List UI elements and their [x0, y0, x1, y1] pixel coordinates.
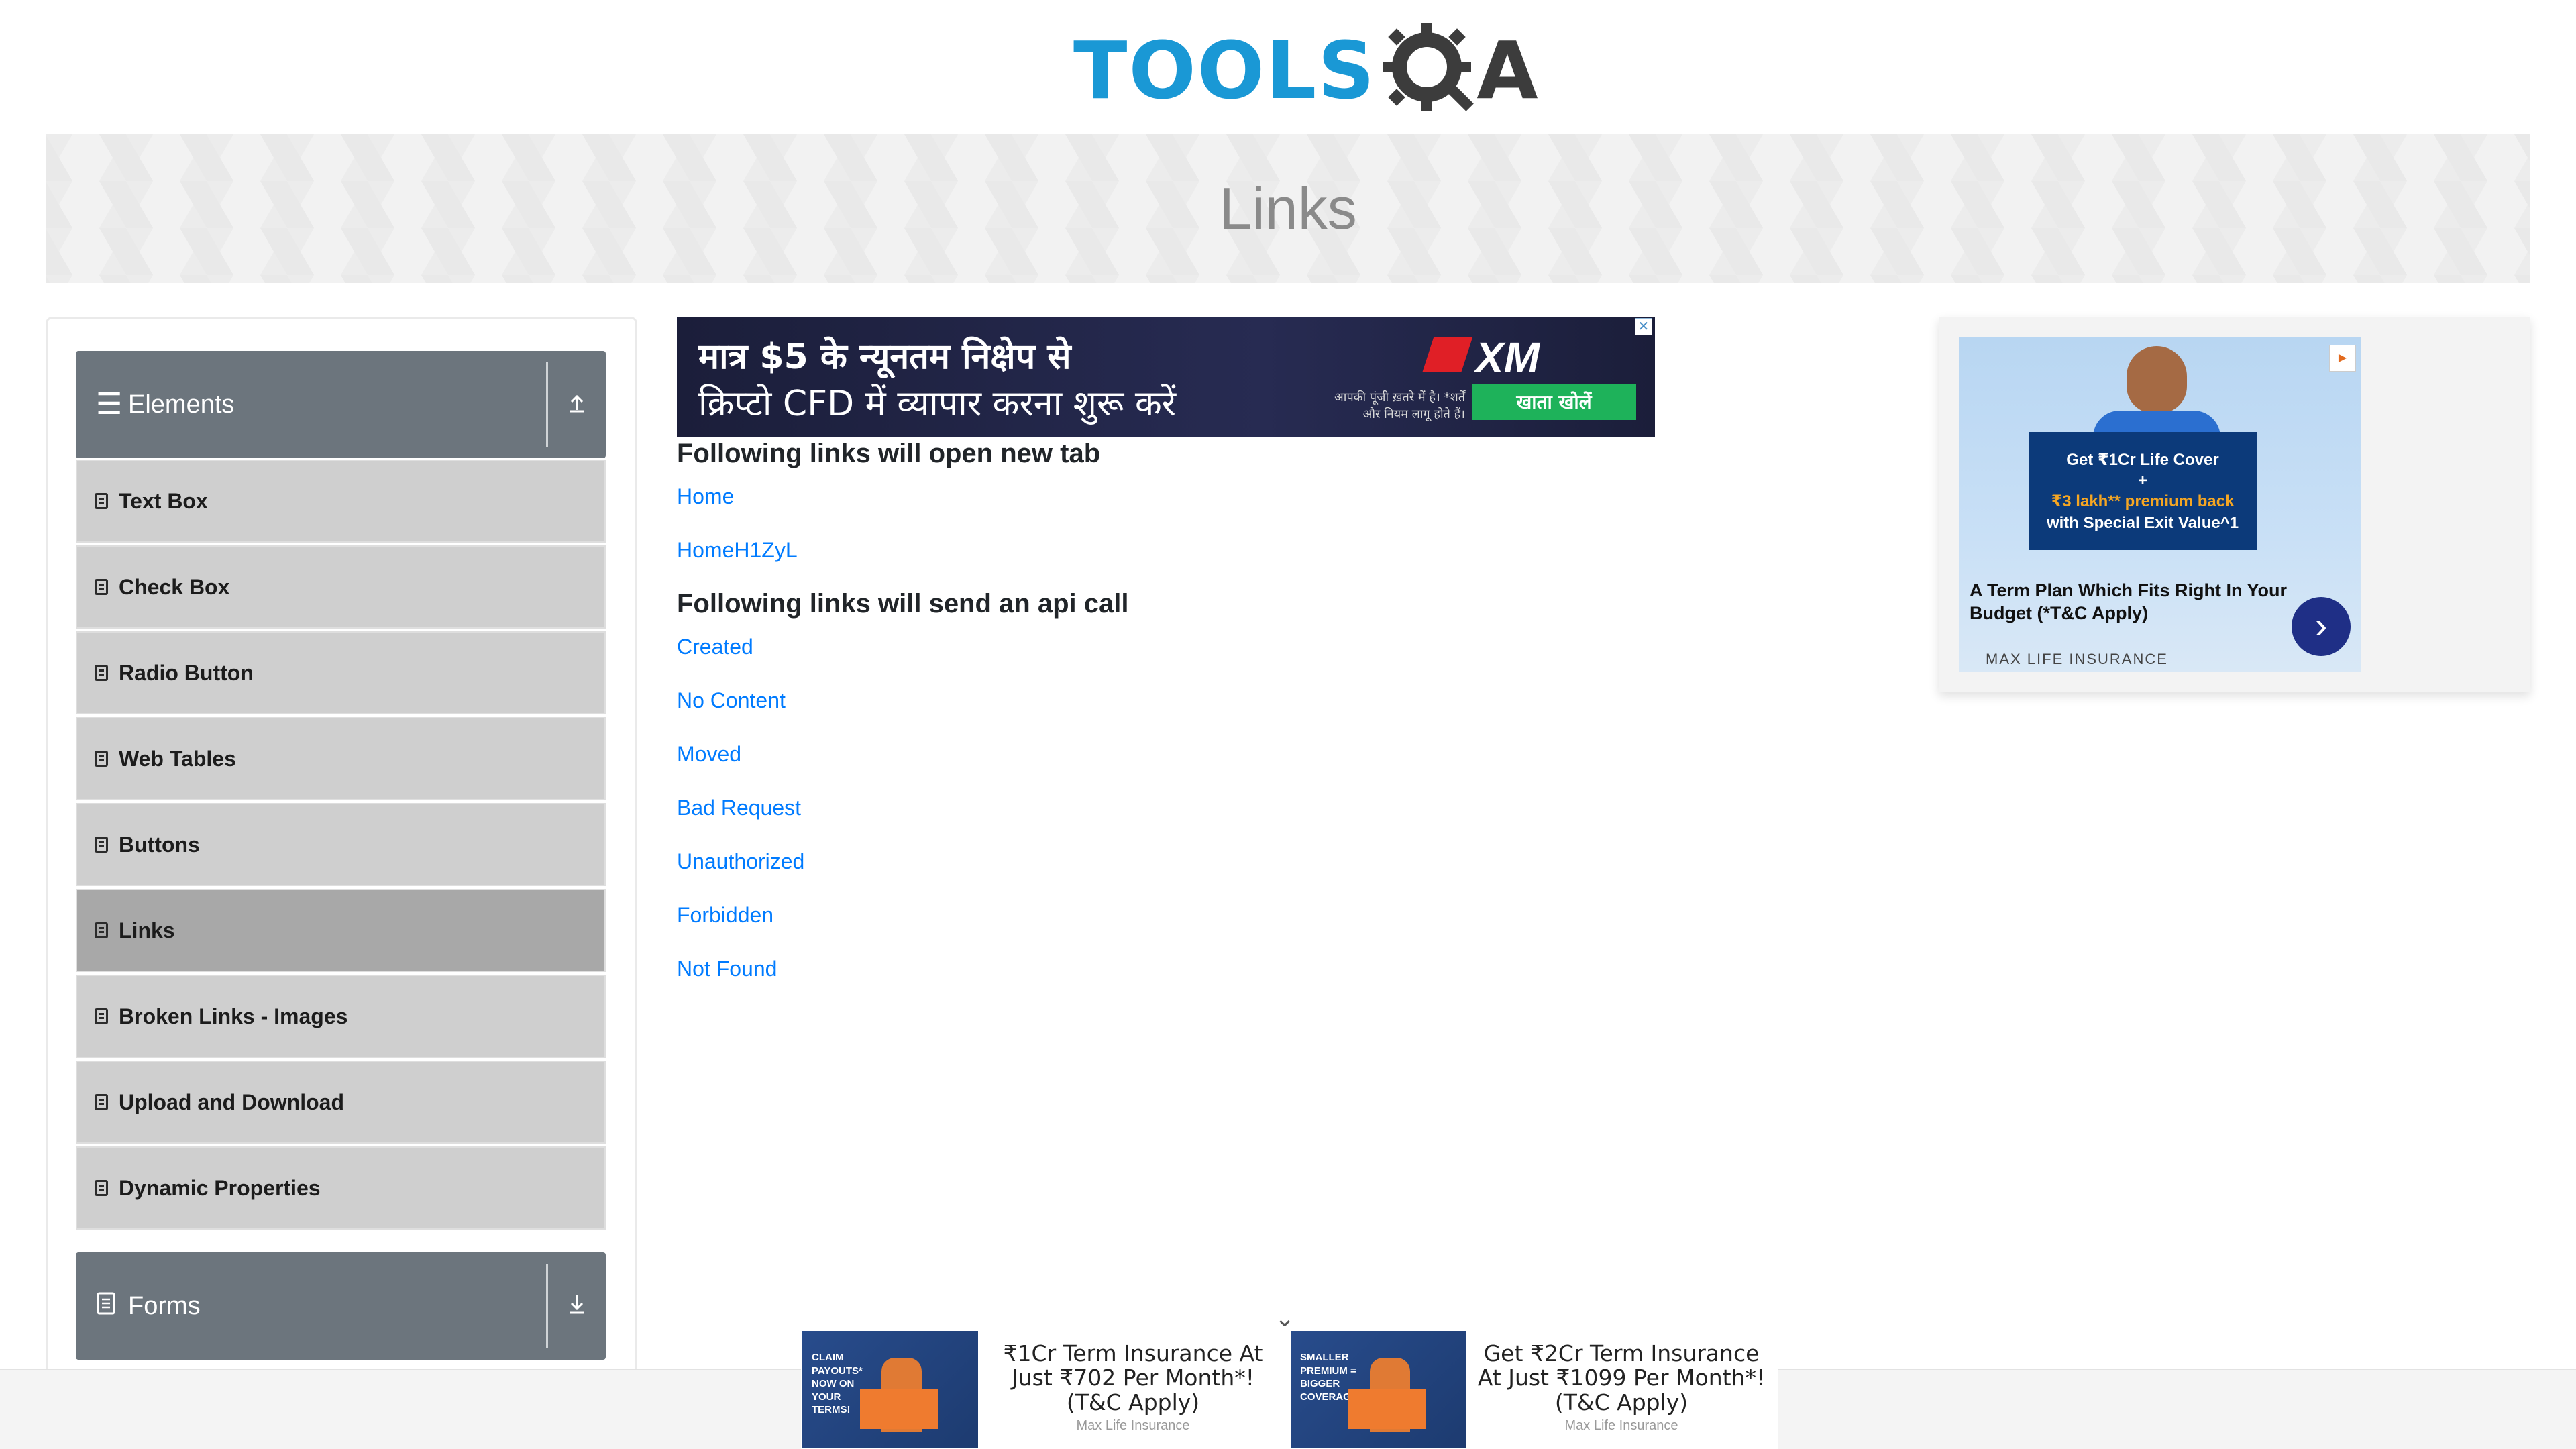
offer-line: +	[2137, 472, 2147, 490]
sidebar-item-broken-links-images[interactable]: Broken Links - Images	[76, 975, 606, 1058]
toolsqa-logo[interactable]: TOOLS A	[1073, 20, 1538, 121]
sidebar-item-dynamic-properties[interactable]: Dynamic Properties	[76, 1146, 606, 1230]
logo-suffix: A	[1477, 24, 1538, 117]
link-unauthorized[interactable]: Unauthorized	[677, 849, 804, 874]
bottom-ad-2[interactable]: SMALLER PREMIUM = BIGGER COVERAGE Get ₹2…	[1289, 1330, 1778, 1449]
collapse-arrow-up-icon[interactable]	[548, 391, 606, 419]
collapse-chevron-icon[interactable]: ⌄	[1275, 1304, 1295, 1332]
ad-subheadline: क्रिप्टो CFD में व्यापार करना शुरू करें	[698, 384, 1177, 424]
offer-line: with Special Exit Value^1	[2046, 513, 2239, 532]
open-account-button[interactable]: खाता खोलें	[1472, 384, 1636, 420]
sidebar-item-label: Dynamic Properties	[119, 1175, 321, 1200]
ad-disclaimer: आपकी पूंजी ख़तरे में है। *शर्तें और नियम…	[1334, 390, 1465, 422]
link-home-dynamic[interactable]: HomeH1ZyL	[677, 538, 798, 563]
group-label: Forms	[128, 1291, 201, 1320]
list-item-icon	[95, 1008, 108, 1024]
logo-text: TOOLS	[1073, 24, 1377, 117]
sidebar-group-elements[interactable]: ☰ Elements	[76, 351, 606, 458]
adchoices-icon[interactable]: ▶	[2329, 345, 2356, 372]
sidebar-item-buttons[interactable]: Buttons	[76, 803, 606, 886]
ad-brand: Max Life Insurance	[1564, 1418, 1678, 1433]
new-tab-links-heading: Following links will open new tab	[677, 439, 1101, 468]
ad-headline: मात्र $5 के न्यूनतम निक्षेप से	[698, 337, 1071, 377]
gear-magnifier-icon	[1380, 20, 1481, 121]
ad-next-arrow-icon[interactable]: ›	[2292, 597, 2351, 656]
ad-thumbnail: CLAIM PAYOUTS* NOW ON YOUR TERMS!	[802, 1331, 978, 1448]
list-item-icon	[95, 751, 108, 767]
sidebar-item-radio-button[interactable]: Radio Button	[76, 631, 606, 714]
sidebar-group-forms[interactable]: Forms	[76, 1252, 606, 1360]
form-icon	[96, 1291, 123, 1321]
ad-brand: MAX LIFE INSURANCE	[1986, 651, 2168, 667]
ad-creative: ▶ Get ₹1Cr Life Cover + ₹3 lakh** premiu…	[1959, 337, 2361, 672]
ad-brand: XM	[1475, 333, 1540, 382]
sidebar-item-check-box[interactable]: Check Box	[76, 545, 606, 629]
expand-arrow-down-icon[interactable]	[548, 1293, 606, 1320]
link-forbidden[interactable]: Forbidden	[677, 903, 773, 928]
ad-thumbnail: SMALLER PREMIUM = BIGGER COVERAGE	[1291, 1331, 1466, 1448]
list-item-icon	[95, 922, 108, 938]
page-banner: Links	[46, 134, 2530, 283]
link-moved[interactable]: Moved	[677, 742, 741, 767]
link-home[interactable]: Home	[677, 484, 734, 509]
elements-menu: Text Box Check Box Radio Button Web Tabl…	[76, 460, 606, 1232]
sidebar-item-label: Broken Links - Images	[119, 1004, 348, 1028]
list-item-icon	[95, 665, 108, 681]
ad-title: Get ₹2Cr Term Insurance At Just ₹1099 Pe…	[1477, 1340, 1766, 1415]
link-created[interactable]: Created	[677, 635, 753, 659]
sidebar-item-label: Upload and Download	[119, 1089, 344, 1114]
list-item-icon	[95, 579, 108, 595]
ad-caption: A Term Plan Which Fits Right In Your Bud…	[1970, 580, 2288, 623]
page-title: Links	[1219, 175, 1357, 241]
board-image	[860, 1389, 938, 1429]
list-item-icon	[95, 837, 108, 853]
link-bad-request[interactable]: Bad Request	[677, 796, 801, 820]
sidebar-item-label: Links	[119, 918, 175, 943]
ad-brand: Max Life Insurance	[1076, 1418, 1190, 1433]
max-life-advertisement[interactable]: ▶ Get ₹1Cr Life Cover + ₹3 lakh** premiu…	[1939, 317, 2530, 692]
link-not-found[interactable]: Not Found	[677, 957, 777, 981]
link-no-content[interactable]: No Content	[677, 688, 786, 713]
ad-title: ₹1Cr Term Insurance At Just ₹702 Per Mon…	[1003, 1340, 1263, 1415]
list-item-icon	[95, 1180, 108, 1196]
hamburger-icon: ☰	[96, 388, 123, 421]
xm-advertisement[interactable]: मात्र $5 के न्यूनतम निक्षेप से क्रिप्टो …	[677, 317, 1655, 437]
person-image	[2127, 346, 2187, 413]
api-links-heading: Following links will send an api call	[677, 589, 1129, 619]
sidebar-item-label: Check Box	[119, 574, 230, 599]
offer-box: Get ₹1Cr Life Cover + ₹3 lakh** premium …	[2029, 432, 2257, 550]
sidebar-item-links[interactable]: Links	[76, 889, 606, 972]
xm-logo-mark-icon	[1422, 337, 1473, 372]
group-label: Elements	[128, 390, 235, 419]
list-item-icon	[95, 493, 108, 509]
sidebar-item-label: Buttons	[119, 832, 200, 857]
sidebar-item-upload-and-download[interactable]: Upload and Download	[76, 1061, 606, 1144]
offer-line: ₹3 lakh** premium back	[2051, 492, 2235, 511]
sidebar-item-label: Radio Button	[119, 660, 254, 685]
board-image	[1348, 1389, 1426, 1429]
ad-close-icon[interactable]: ✕	[1635, 318, 1652, 335]
list-item-icon	[95, 1094, 108, 1110]
bottom-ad-1[interactable]: CLAIM PAYOUTS* NOW ON YOUR TERMS! ₹1Cr T…	[801, 1330, 1289, 1449]
sidebar: ☰ Elements Text Box Check Box Radio Butt…	[46, 317, 637, 1449]
sidebar-item-label: Web Tables	[119, 746, 236, 771]
sidebar-item-text-box[interactable]: Text Box	[76, 460, 606, 543]
sidebar-item-web-tables[interactable]: Web Tables	[76, 717, 606, 800]
offer-line: Get ₹1Cr Life Cover	[2066, 451, 2219, 469]
sidebar-item-label: Text Box	[119, 488, 208, 513]
